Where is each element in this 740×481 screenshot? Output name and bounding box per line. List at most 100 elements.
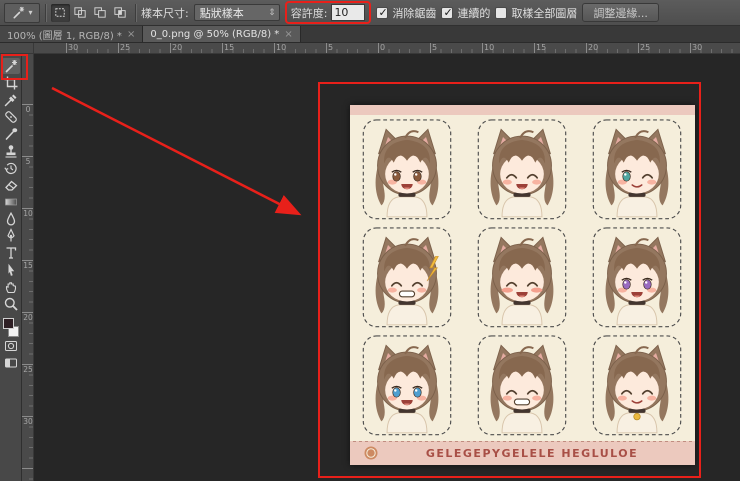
- tab-document-1[interactable]: 100% (圖層 1, RGB/8) * ×: [0, 26, 144, 42]
- sample-size-label: 樣本尺寸:: [141, 6, 189, 20]
- tab-document-2[interactable]: 0_0.png @ 50% (RGB/8) * ×: [143, 26, 301, 42]
- checkbox-label: 連續的: [457, 6, 491, 20]
- tolerance-input[interactable]: [331, 4, 366, 21]
- add-to-selection-icon[interactable]: [71, 4, 90, 22]
- artwork-image[interactable]: GELEGEPYGELELE HEGLULOE: [350, 105, 695, 465]
- ruler-number: 10: [276, 43, 287, 52]
- color-swatches[interactable]: [2, 318, 20, 337]
- checkbox-label: 消除鋸齒: [392, 6, 437, 20]
- sample-size-select[interactable]: 點狀樣本 ⇕: [193, 4, 280, 21]
- tool-zoom[interactable]: [2, 296, 20, 312]
- tool-blur[interactable]: [2, 211, 20, 227]
- zoom-icon: [4, 297, 18, 311]
- tool-path-select[interactable]: [2, 262, 20, 278]
- checkbox-box: ✓: [441, 5, 454, 19]
- ruler-number: 0: [25, 105, 31, 114]
- ruler-number: 25: [120, 43, 131, 52]
- tool-preset-button[interactable]: ▾: [4, 2, 40, 23]
- artwork-caption: GELEGEPYGELELE HEGLULOE: [426, 447, 638, 460]
- refine-edge-button[interactable]: 調整邊緣...: [582, 3, 659, 22]
- tool-pen[interactable]: [2, 228, 20, 244]
- ruler-number: 15: [224, 43, 235, 52]
- tool-options-bar: ▾ 樣本尺寸: 點狀樣本 ⇕ 容許度: ✓ 消除鋸齒 ✓ 連續的 ✓ 取樣全部圖…: [0, 0, 740, 26]
- close-icon[interactable]: ×: [127, 29, 135, 40]
- pen-icon: [6, 228, 15, 242]
- hand-icon: [5, 282, 16, 294]
- new-selection-icon[interactable]: [51, 3, 70, 22]
- ruler-number: 15: [536, 43, 547, 52]
- checkbox-box: ✓: [495, 6, 508, 19]
- ruler-number: 10: [23, 209, 33, 218]
- select-arrows-icon: ⇕: [268, 7, 276, 18]
- tool-clone-stamp[interactable]: [2, 143, 20, 159]
- artwork-svg: GELEGEPYGELELE HEGLULOE: [350, 105, 695, 465]
- path-select-icon: [8, 263, 14, 276]
- sample-size-value: 點狀樣本: [199, 6, 244, 20]
- magic-wand-icon: [5, 60, 17, 73]
- ruler-number: 5: [432, 43, 438, 52]
- subtract-from-selection-icon[interactable]: [91, 4, 110, 22]
- selection-mode-group: [51, 3, 130, 22]
- ruler-number: 5: [328, 43, 334, 52]
- checkbox-box: ✓: [376, 5, 389, 19]
- annotation-tolerance-highlight: 容許度:: [284, 1, 372, 24]
- checkbox-label: 取樣全部圖層: [511, 6, 578, 20]
- checkbox-sample-all-layers[interactable]: ✓ 取樣全部圖層: [495, 5, 577, 21]
- ruler-number: 25: [23, 365, 33, 374]
- history-brush-icon: [3, 162, 17, 175]
- gradient-icon: [4, 198, 17, 206]
- quick-mask-icon: [4, 341, 17, 351]
- checkbox-contiguous[interactable]: ✓ 連續的: [441, 5, 490, 21]
- ruler-number: 30: [23, 417, 33, 426]
- tools-panel: [0, 54, 22, 481]
- tolerance-label: 容許度:: [290, 6, 328, 20]
- tool-brush[interactable]: [2, 126, 20, 142]
- tool-crop[interactable]: [2, 75, 20, 91]
- ruler-number: 25: [640, 43, 651, 52]
- blur-icon: [6, 211, 15, 226]
- canvas-area[interactable]: GELEGEPYGELELE HEGLULOE: [34, 54, 740, 481]
- tool-healing[interactable]: [2, 109, 20, 125]
- intersect-selection-icon[interactable]: [111, 4, 130, 22]
- photoshop-window: ▾ 樣本尺寸: 點狀樣本 ⇕ 容許度: ✓ 消除鋸齒 ✓ 連續的 ✓ 取樣全部圖…: [0, 0, 740, 481]
- ruler-number: 5: [25, 157, 31, 166]
- tab-label: 100% (圖層 1, RGB/8) *: [7, 30, 122, 42]
- clone-stamp-icon: [5, 145, 16, 158]
- ruler-number: 30: [692, 43, 703, 52]
- ruler-number: 20: [23, 313, 33, 322]
- check-icon: ✓: [378, 5, 388, 19]
- tool-hand[interactable]: [2, 279, 20, 295]
- tool-gradient[interactable]: [2, 194, 20, 210]
- tool-screen-mode[interactable]: [2, 355, 20, 371]
- ruler-number: 15: [23, 261, 33, 270]
- checkbox-anti-alias[interactable]: ✓ 消除鋸齒: [376, 5, 436, 21]
- magic-wand-icon: [13, 6, 25, 19]
- separator: [45, 3, 46, 22]
- crop-icon: [4, 76, 17, 90]
- ruler-number: 0: [380, 43, 386, 52]
- vertical-ruler: 0 5 10 15 20 25 30: [22, 54, 34, 481]
- document-tab-bar: 100% (圖層 1, RGB/8) * × 0_0.png @ 50% (RG…: [0, 26, 740, 43]
- ruler-number: 20: [172, 43, 183, 52]
- tool-eraser[interactable]: [2, 177, 20, 193]
- ruler-number: 30: [68, 43, 79, 52]
- eraser-icon: [4, 180, 17, 191]
- healing-icon: [4, 111, 17, 123]
- horizontal-ruler: 3025201510505101520253035: [34, 42, 740, 54]
- tool-quick-mask[interactable]: [2, 338, 20, 354]
- tool-type[interactable]: [2, 245, 20, 261]
- ruler-number: 10: [484, 43, 495, 52]
- ruler-number: 20: [588, 43, 599, 52]
- tool-eyedropper[interactable]: [2, 92, 20, 108]
- tab-label: 0_0.png @ 50% (RGB/8) *: [150, 28, 280, 40]
- tool-history-brush[interactable]: [2, 160, 20, 176]
- separator: [135, 3, 136, 22]
- screen-mode-icon: [4, 358, 17, 368]
- eyedropper-icon: [4, 94, 16, 107]
- tool-magic-wand[interactable]: [1, 58, 20, 74]
- foreground-color-swatch: [2, 318, 14, 329]
- brush-icon: [5, 128, 17, 140]
- close-icon[interactable]: ×: [284, 29, 292, 40]
- ruler-corner: [0, 42, 34, 54]
- check-icon: ✓: [443, 5, 453, 19]
